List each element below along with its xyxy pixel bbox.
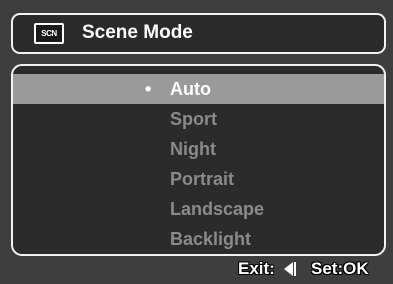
left-arrow-bar-icon [294,262,296,276]
menu-item-landscape[interactable]: Landscape [13,194,384,224]
menu-item-night[interactable]: Night [13,134,384,164]
menu-item-label: Sport [170,109,217,129]
menu-item-label: Night [170,139,216,159]
exit-hint-label: Exit: [238,259,275,278]
menu-item-backlight[interactable]: Backlight [13,224,384,254]
menu-item-label: Landscape [170,199,265,219]
menu-item-portrait[interactable]: Portrait [13,164,384,194]
selected-bullet-icon: • [145,79,152,99]
menu-item-auto[interactable]: • Auto [13,74,384,104]
menu-item-label: Portrait [170,169,235,189]
button-hint-bar: Exit: Set:OK [0,256,393,284]
menu-item-label: Auto [170,79,211,99]
camera-menu-screen: SCN Scene Mode • Auto Sport Night Portra… [0,0,393,284]
menu-item-sport[interactable]: Sport [13,104,384,134]
menu-header: SCN Scene Mode [11,13,386,54]
menu-item-label: Backlight [170,229,252,249]
page-title: Scene Mode [82,22,193,43]
scene-icon: SCN [34,23,64,44]
left-arrow-icon [284,262,293,276]
set-hint-label: Set:OK [311,259,369,278]
scene-mode-list: • Auto Sport Night Portrait Landscape Ba… [11,64,386,256]
